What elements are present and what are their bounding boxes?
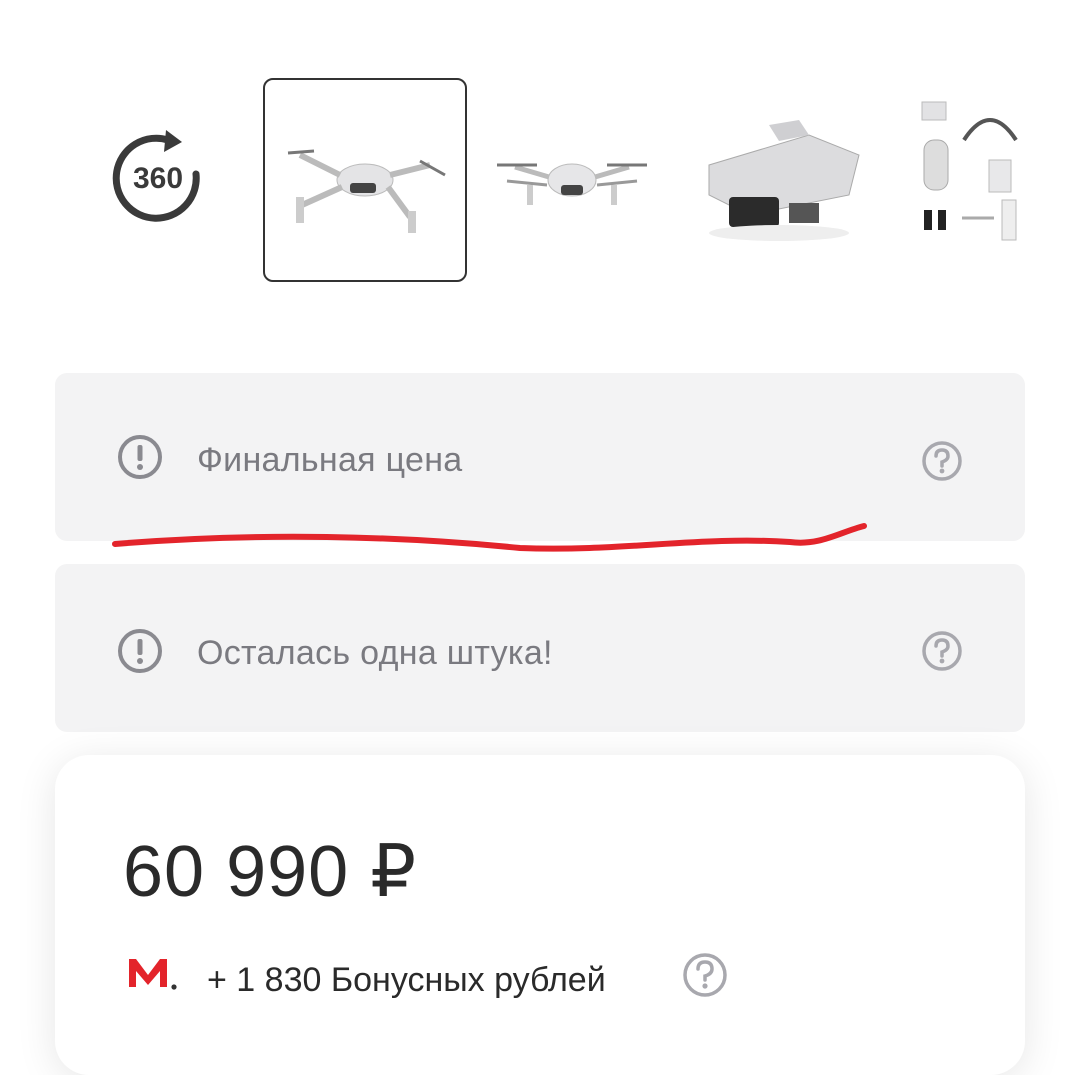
thumbnail-3[interactable]: [677, 78, 881, 282]
product-gallery: 360: [0, 0, 1080, 320]
view-360-button[interactable]: 360: [108, 128, 208, 228]
thumbnail-2[interactable]: [470, 78, 674, 282]
drone-image: [708, 120, 860, 241]
mvideo-logo-icon: [129, 959, 177, 990]
price-card: 60 990 ₽ + 1 830 Бонусных рублей: [55, 755, 1025, 1075]
drone-image: [287, 149, 446, 233]
warning-icon: [118, 629, 162, 673]
notice-label: Осталась одна штука!: [197, 634, 553, 672]
help-icon[interactable]: [921, 630, 963, 672]
warning-icon: [118, 435, 162, 479]
360-view-icon: 360: [112, 130, 200, 222]
notice-last-item: Осталась одна штука!: [55, 564, 1025, 732]
360-label: 360: [133, 162, 183, 195]
notice-label: Финальная цена: [197, 441, 463, 479]
bonus-text: + 1 830 Бонусных рублей: [207, 961, 606, 999]
drone-image: [497, 163, 647, 205]
help-icon[interactable]: [681, 951, 729, 999]
price: 60 990 ₽: [123, 832, 418, 912]
help-icon[interactable]: [921, 440, 963, 482]
kit-image: [921, 101, 1018, 241]
thumbnail-1[interactable]: [263, 78, 467, 282]
thumbnail-4[interactable]: [884, 78, 1034, 282]
notice-final-price: Финальная цена: [55, 373, 1025, 541]
